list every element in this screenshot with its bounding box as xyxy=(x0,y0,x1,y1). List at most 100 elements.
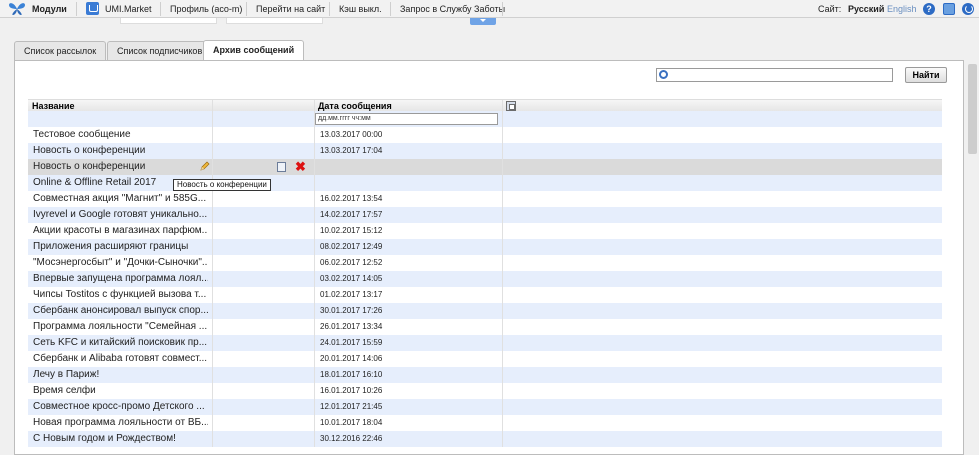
message-date-cell: 24.01.2017 15:59 xyxy=(320,338,383,347)
cache-toggle[interactable]: Кэш выкл. xyxy=(339,0,382,18)
message-name-cell[interactable]: Время селфи xyxy=(33,383,208,399)
table-row[interactable]: Впервые запущена программа лоял... 03.02.… xyxy=(28,271,942,287)
message-name-cell[interactable]: Совместная акция "Магнит" и 585G... xyxy=(33,191,208,207)
lang-english[interactable]: English xyxy=(887,0,917,18)
submenu-slot xyxy=(226,18,323,24)
modules-menu[interactable]: Модули xyxy=(32,0,67,18)
expand-toolbar-icon[interactable] xyxy=(470,18,496,25)
toolbar-divider xyxy=(76,2,77,16)
lang-russian[interactable]: Русский xyxy=(848,0,884,18)
search-icon xyxy=(659,70,668,79)
message-name-cell[interactable]: Чипсы Tostitos с функцией вызова т... xyxy=(33,287,208,303)
row-tooltip: Новость о конференции xyxy=(173,179,271,191)
butterfly-logo-icon[interactable] xyxy=(8,2,26,16)
toolbar-divider xyxy=(390,2,391,16)
archive-panel: Найти Название Дата сообщения дд.мм.гггг… xyxy=(14,60,964,455)
message-name-cell[interactable]: Программа лояльности "Семейная ... xyxy=(33,319,208,335)
tab-message-archive[interactable]: Архив сообщений xyxy=(203,40,305,60)
table-row[interactable]: Программа лояльности "Семейная ... 26.01.… xyxy=(28,319,942,335)
message-date-cell: 12.01.2017 21:45 xyxy=(320,402,383,411)
message-date-cell: 20.01.2017 14:06 xyxy=(320,354,383,363)
table-row[interactable]: С Новым годом и Рождеством! 30.12.2016 22… xyxy=(28,431,942,447)
message-name-cell[interactable]: Новая программа лояльности от ВБ... xyxy=(33,415,208,431)
profile-link[interactable]: Профиль (aco-m) xyxy=(170,0,242,18)
message-name-cell[interactable]: Сбербанк и Alibaba готовят совмест... xyxy=(33,351,208,367)
umi-market-link[interactable]: UMI.Market xyxy=(105,0,152,18)
tab-subscribers[interactable]: Список подписчиков xyxy=(107,41,213,60)
site-label: Сайт: xyxy=(818,4,842,14)
table-row[interactable]: Сбербанк и Alibaba готовят совмест... 20.… xyxy=(28,351,942,367)
message-date-cell: 08.02.2017 12:49 xyxy=(320,242,383,251)
toolbar-divider xyxy=(160,2,161,16)
message-date-cell: 30.01.2017 17:26 xyxy=(320,306,383,315)
message-name-cell[interactable]: Тестовое сообщение xyxy=(33,127,208,143)
table-row[interactable]: Сеть KFC и китайский поисковик пр... 24.0… xyxy=(28,335,942,351)
message-name-cell[interactable]: Новость о конференции xyxy=(33,159,208,175)
message-date-cell: 16.01.2017 10:26 xyxy=(320,386,383,395)
table-row[interactable]: Online & Offline Retail 2017 xyxy=(28,175,942,191)
table-row[interactable]: "Мосэнергосбыт" и "Дочки-Сыночки"... 06.0… xyxy=(28,255,942,271)
search-input[interactable] xyxy=(656,68,893,82)
table-row[interactable]: Ivyrevel и Google готовят уникально... 14… xyxy=(28,207,942,223)
table-row[interactable]: Лечу в Париж! 18.01.2017 16:10 xyxy=(28,367,942,383)
message-date-cell: 18.01.2017 16:10 xyxy=(320,370,383,379)
message-date-cell: 06.02.2017 12:52 xyxy=(320,258,383,267)
market-bag-icon[interactable] xyxy=(86,2,99,15)
table-row[interactable]: Время селфи 16.01.2017 10:26 xyxy=(28,383,942,399)
tab-mailing-lists[interactable]: Список рассылок xyxy=(14,41,107,60)
page-scrollbar[interactable] xyxy=(966,60,979,449)
edit-pencil-icon[interactable] xyxy=(200,161,210,171)
message-date-cell: 26.01.2017 13:34 xyxy=(320,322,383,331)
message-name-cell[interactable]: Впервые запущена программа лоял... xyxy=(33,271,208,287)
date-filter-input[interactable]: дд.мм.гггг чч:мм xyxy=(315,113,498,125)
message-date-cell: 30.12.2016 22:46 xyxy=(320,434,383,443)
submenu-slot xyxy=(120,18,217,24)
table-row[interactable]: Чипсы Tostitos с функцией вызова т... 01.… xyxy=(28,287,942,303)
support-request-link[interactable]: Запрос в Службу Заботы xyxy=(400,0,505,18)
document-icon[interactable] xyxy=(277,162,286,172)
delete-icon[interactable]: ✖ xyxy=(295,159,306,175)
help-icon[interactable]: ? xyxy=(923,3,935,15)
table-row[interactable]: Новость о конференции 13.03.2017 17:04 xyxy=(28,143,942,159)
message-name-cell[interactable]: Новость о конференции xyxy=(33,143,208,159)
message-name-cell[interactable]: Акции красоты в магазинах парфюм... xyxy=(33,223,208,239)
logout-icon[interactable] xyxy=(962,3,974,15)
toolbar-divider xyxy=(329,2,330,16)
message-date-cell: 01.02.2017 13:17 xyxy=(320,290,383,299)
table-row[interactable]: Приложения расширяют границы 08.02.2017 1… xyxy=(28,239,942,255)
messages-table: Название Дата сообщения дд.мм.гггг чч:мм… xyxy=(28,99,942,447)
table-row[interactable]: Акции красоты в магазинах парфюм... 10.02… xyxy=(28,223,942,239)
column-settings-icon[interactable] xyxy=(506,101,516,111)
message-date-cell: 10.01.2017 18:04 xyxy=(320,418,383,427)
goto-site-link[interactable]: Перейти на сайт xyxy=(256,0,325,18)
message-name-cell[interactable]: С Новым годом и Рождеством! xyxy=(33,431,208,447)
table-row[interactable]: Новая программа лояльности от ВБ... 10.01… xyxy=(28,415,942,431)
table-row[interactable]: Сбербанк анонсировал выпуск спор... 30.01… xyxy=(28,303,942,319)
toolbar-divider xyxy=(246,2,247,16)
message-name-cell[interactable]: Лечу в Париж! xyxy=(33,367,208,383)
message-date-cell: 13.03.2017 00:00 xyxy=(320,130,383,139)
message-date-cell: 14.02.2017 17:57 xyxy=(320,210,383,219)
message-name-cell[interactable]: Приложения расширяют границы xyxy=(33,239,208,255)
table-row[interactable]: Новость о конференции ✖ xyxy=(28,159,942,175)
search-button[interactable]: Найти xyxy=(905,67,947,83)
table-row[interactable]: Совместное кросс-промо Детского ... 12.01… xyxy=(28,399,942,415)
message-date-cell: 16.02.2017 13:54 xyxy=(320,194,383,203)
scrollbar-thumb[interactable] xyxy=(968,64,977,154)
message-date-cell: 13.03.2017 17:04 xyxy=(320,146,383,155)
message-name-cell[interactable]: Сеть KFC и китайский поисковик пр... xyxy=(33,335,208,351)
toolbar-divider xyxy=(502,2,503,16)
table-body: Тестовое сообщение 13.03.2017 00:00 Новост… xyxy=(28,127,942,447)
message-name-cell[interactable]: Сбербанк анонсировал выпуск спор... xyxy=(33,303,208,319)
filter-row: дд.мм.гггг чч:мм xyxy=(28,111,942,127)
message-date-cell: 03.02.2017 14:05 xyxy=(320,274,383,283)
message-name-cell[interactable]: Ivyrevel и Google готовят уникально... xyxy=(33,207,208,223)
message-date-cell: 10.02.2017 15:12 xyxy=(320,226,383,235)
table-row[interactable]: Тестовое сообщение 13.03.2017 00:00 xyxy=(28,127,942,143)
message-name-cell[interactable]: Совместное кросс-промо Детского ... xyxy=(33,399,208,415)
table-row[interactable]: Совместная акция "Магнит" и 585G... 16.02… xyxy=(28,191,942,207)
table-header: Название Дата сообщения xyxy=(28,99,942,111)
message-name-cell[interactable]: "Мосэнергосбыт" и "Дочки-Сыночки"... xyxy=(33,255,208,271)
window-icon[interactable] xyxy=(943,3,955,15)
top-toolbar: Модули UMI.Market Профиль (aco-m) Перейт… xyxy=(0,0,979,18)
